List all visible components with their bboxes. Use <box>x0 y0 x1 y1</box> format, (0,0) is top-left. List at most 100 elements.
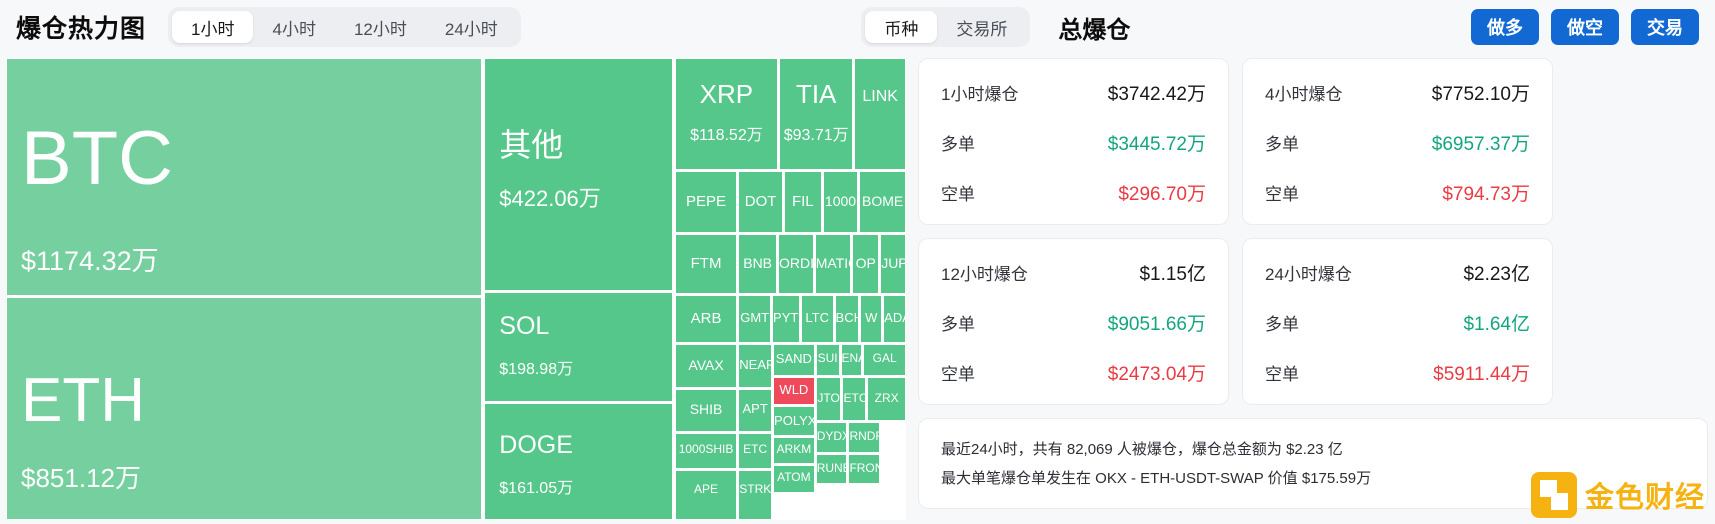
treemap-tile[interactable]: RUNE <box>815 454 848 484</box>
treemap-tile[interactable]: OP <box>852 234 880 294</box>
treemap-tile-value: $118.52万 <box>690 127 763 144</box>
treemap-tile[interactable]: MATIC <box>814 234 852 294</box>
treemap-tile[interactable]: BTC $1174.32万 <box>6 58 483 296</box>
card-long-value: $1.64亿 <box>1463 314 1530 335</box>
treemap-tile[interactable]: FTM <box>674 234 738 294</box>
treemap-tile-value: $93.71万 <box>783 127 849 144</box>
card-total-value: $3742.42万 <box>1107 84 1206 105</box>
treemap-tile[interactable]: SOL $198.98万 <box>484 292 673 402</box>
card-total-value: $1.15亿 <box>1139 264 1206 285</box>
liquidation-treemap[interactable]: BTC $1174.32万 ETH $851.12万 其他 $422.06万 SOL $198… <box>6 58 906 520</box>
card-short-value: $794.73万 <box>1442 184 1530 205</box>
card-title: 12小时爆仓 <box>941 265 1028 284</box>
tab-coin[interactable]: 币种 <box>865 11 938 43</box>
treemap-tile[interactable]: DOGE $161.05万 <box>484 403 673 520</box>
treemap-tile[interactable]: SAND <box>773 344 815 376</box>
treemap-tile[interactable]: RNDR <box>848 422 881 453</box>
treemap-tile[interactable]: FRONT <box>848 454 881 484</box>
treemap-tile[interactable]: ENA <box>840 344 863 376</box>
tab-exchange[interactable]: 交易所 <box>937 11 1026 43</box>
treemap-tile[interactable]: ARB <box>674 295 738 343</box>
treemap-tile-symbol: DYDX <box>816 429 848 443</box>
stat-card-1h[interactable]: 1小时爆仓 $3742.42万 多单 $3445.72万 空单 $296.70万 <box>918 58 1229 225</box>
stat-card-24h[interactable]: 24小时爆仓 $2.23亿 多单 $1.64亿 空单 $5911.44万 <box>1242 238 1553 405</box>
treemap-tile-symbol: GMT <box>740 310 770 325</box>
treemap-tile-symbol: SHIB <box>689 401 723 417</box>
treemap-tile[interactable]: XRP $118.52万 <box>674 58 778 170</box>
treemap-tile-symbol: RNDR <box>849 429 879 443</box>
treemap-tile-value: $161.05万 <box>499 480 574 497</box>
treemap-tile[interactable]: FIL <box>783 171 822 233</box>
treemap-tile[interactable]: SUI <box>815 344 840 376</box>
treemap-tile[interactable]: W <box>860 295 883 343</box>
watermark: 金色财经 <box>1530 472 1705 518</box>
treemap-tile[interactable]: LINK <box>854 58 906 170</box>
treemap-tile-symbol: SAND <box>775 351 812 366</box>
treemap-tile-symbol: LTC <box>805 310 829 325</box>
tab-1h[interactable]: 1小时 <box>172 11 254 43</box>
treemap-tile[interactable]: 1000 <box>822 171 859 233</box>
treemap-tile[interactable]: BNB <box>738 234 777 294</box>
treemap-tile[interactable]: APE <box>674 470 738 520</box>
treemap-tile[interactable]: JTO <box>815 377 842 421</box>
card-long-row: 多单 $6957.37万 <box>1265 129 1530 156</box>
trade-button[interactable]: 交易 <box>1630 9 1699 45</box>
treemap-tile[interactable]: DYDX <box>815 422 848 453</box>
treemap-tile-symbol: JTO <box>817 391 840 405</box>
treemap-tile-symbol: RUNE <box>816 461 848 475</box>
treemap-tile[interactable]: ZRX <box>867 377 906 421</box>
treemap-tile[interactable]: JUP <box>880 234 906 294</box>
short-button[interactable]: 做空 <box>1550 9 1619 45</box>
treemap-tile[interactable]: STRK <box>738 470 773 520</box>
treemap-tile[interactable]: PEPE <box>674 171 738 233</box>
treemap-tile[interactable]: ETC <box>842 377 867 421</box>
treemap-tile-symbol: BTC <box>21 116 173 201</box>
jinse-logo-icon <box>1530 472 1577 518</box>
treemap-tile-symbol: 1000 <box>824 193 857 209</box>
card-short-label: 空单 <box>1265 365 1299 384</box>
treemap-tile[interactable]: SHIB <box>674 389 738 432</box>
card-short-value: $2473.04万 <box>1107 364 1206 385</box>
card-long-value: $6957.37万 <box>1431 134 1530 155</box>
treemap-tile[interactable]: ETH $851.12万 <box>6 297 483 520</box>
treemap-tile[interactable]: ATOM <box>773 465 815 493</box>
treemap-tile-value: $422.06万 <box>499 186 601 211</box>
tab-12h[interactable]: 12小时 <box>335 11 426 43</box>
treemap-tile[interactable]: BOME <box>859 171 906 233</box>
tab-4h[interactable]: 4小时 <box>253 11 334 43</box>
card-title: 1小时爆仓 <box>941 85 1019 104</box>
treemap-tile[interactable]: 其他 $422.06万 <box>484 58 673 291</box>
treemap-tile[interactable]: TIA $93.71万 <box>778 58 854 170</box>
treemap-tile[interactable]: NEAR <box>738 344 773 388</box>
treemap-tile[interactable]: ETC <box>738 433 773 469</box>
treemap-tile-symbol: PEPE <box>686 193 727 210</box>
treemap-tile-value: $198.98万 <box>499 361 574 378</box>
treemap-tile[interactable]: ADA <box>883 295 906 343</box>
treemap-tile[interactable]: AVAX <box>674 344 738 388</box>
treemap-tile[interactable]: BCH <box>834 295 860 343</box>
treemap-tile[interactable]: WLD <box>773 377 815 405</box>
stat-card-4h[interactable]: 4小时爆仓 $7752.10万 多单 $6957.37万 空单 $794.73万 <box>1242 58 1553 225</box>
treemap-tile-symbol: OP <box>855 255 876 271</box>
treemap-tile[interactable]: ARKM <box>773 437 815 464</box>
treemap-tile[interactable]: POLYX <box>773 406 815 436</box>
card-short-value: $5911.44万 <box>1433 364 1530 385</box>
treemap-tile[interactable]: 1000SHIB <box>674 433 738 469</box>
tab-24h[interactable]: 24小时 <box>426 11 517 43</box>
card-total-row: 1小时爆仓 $3742.42万 <box>941 79 1206 106</box>
treemap-tile-symbol: APT <box>742 401 768 416</box>
treemap-tile[interactable]: DOT <box>738 171 783 233</box>
treemap-tile-symbol: LINK <box>862 88 898 105</box>
treemap-tile-symbol: BOME <box>862 193 904 209</box>
treemap-tile[interactable]: ORDI <box>777 234 814 294</box>
long-button[interactable]: 做多 <box>1470 9 1539 45</box>
treemap-tile[interactable]: GAL <box>863 344 906 376</box>
treemap-tile[interactable]: PYTH <box>772 295 800 343</box>
treemap-tile[interactable]: APT <box>738 389 773 432</box>
treemap-tile-symbol: TIA <box>795 79 837 109</box>
treemap-tile[interactable]: GMT <box>738 295 772 343</box>
treemap-tile[interactable]: LTC <box>800 295 834 343</box>
treemap-tile-symbol: ARB <box>690 310 722 327</box>
stat-card-12h[interactable]: 12小时爆仓 $1.15亿 多单 $9051.66万 空单 $2473.04万 <box>918 238 1229 405</box>
card-title: 24小时爆仓 <box>1265 265 1352 284</box>
